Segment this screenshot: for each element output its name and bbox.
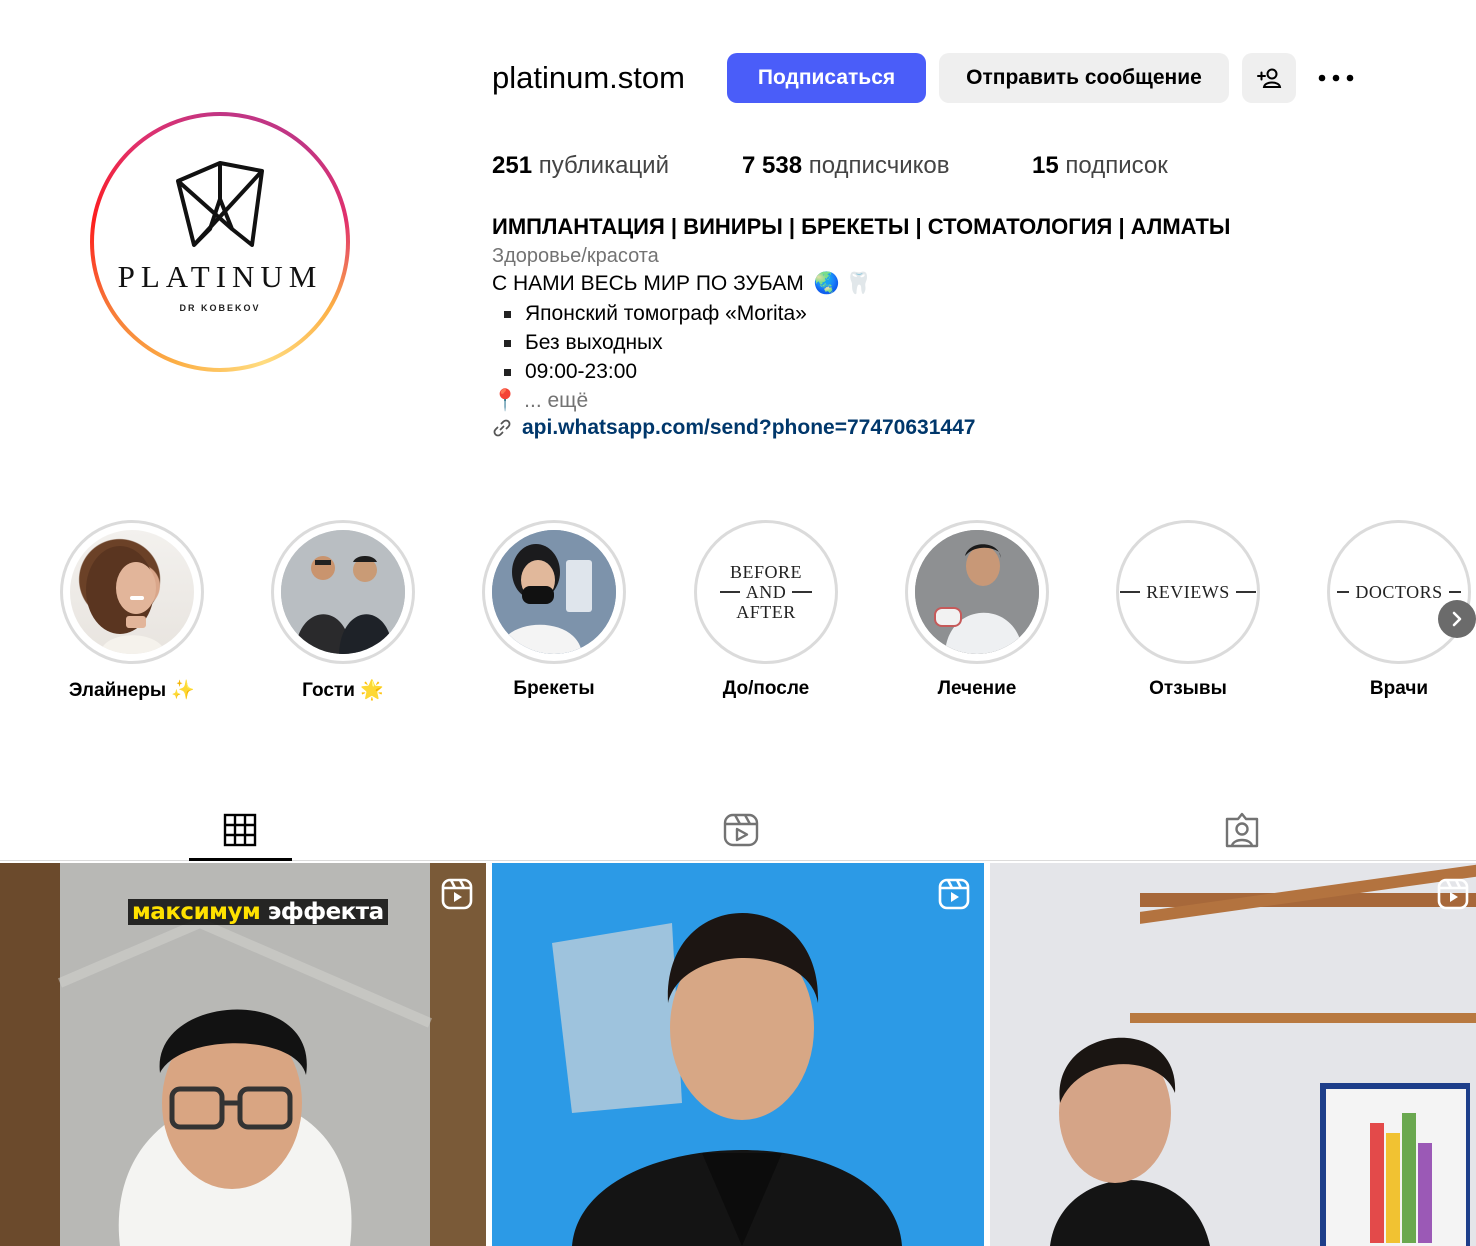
stat-following[interactable]: 15 подписок (1032, 152, 1168, 180)
highlight-ring: DOCTORS (1327, 520, 1471, 664)
highlight-ring (905, 520, 1049, 664)
followers-label: подписчиков (808, 152, 950, 179)
highlight-text-cover: DOCTORS (1337, 530, 1461, 654)
grid-icon (223, 813, 257, 847)
tagged-icon (1225, 812, 1259, 848)
highlight-braces[interactable]: Брекеты (482, 520, 626, 700)
add-user-icon (1257, 68, 1282, 88)
bio-tagline-row: С НАМИ ВЕСЬ МИР ПО ЗУБАМ 🌏 🦷 (492, 272, 872, 296)
highlights-next-button[interactable] (1438, 600, 1476, 638)
send-message-button[interactable]: Отправить сообщение (939, 53, 1229, 103)
highlight-label: До/после (722, 678, 810, 699)
bio-bullet-text: Без выходных (525, 331, 663, 354)
avatar-logo: PLATINUM DR KOBEKOV (94, 116, 346, 368)
tooth-logo-icon (176, 161, 264, 247)
bio-bullet-text: 09:00-23:00 (525, 360, 638, 383)
followers-count: 7 538 (742, 152, 803, 179)
bio-more-row: 📍 ... ещё (492, 389, 588, 413)
highlight-text-cover: REVIEWS (1120, 530, 1256, 654)
sparkles-emoji: ✨ (171, 680, 196, 701)
highlight-thumbnail (281, 530, 405, 654)
link-icon (493, 419, 511, 437)
highlight-aligners[interactable]: Элайнеры ✨ (60, 520, 204, 702)
bio-tagline: С НАМИ ВЕСЬ МИР ПО ЗУБАМ (492, 272, 804, 295)
follow-button[interactable]: Подписаться (727, 53, 926, 103)
posts-label: публикаций (538, 152, 669, 179)
highlight-reviews[interactable]: REVIEWS Отзывы (1116, 520, 1260, 700)
post-caption-overlay: максимум эффекта (128, 899, 388, 925)
highlight-thumbnail (70, 530, 194, 654)
highlight-label: Элайнеры ✨ (68, 680, 196, 701)
post-tile[interactable]: максимум эффекта (0, 863, 486, 1246)
highlight-text-cover: BEFORE AND AFTER (704, 530, 828, 654)
reel-badge-icon (938, 878, 970, 910)
reel-badge-icon (441, 878, 473, 910)
highlight-label: Отзывы (1149, 678, 1227, 699)
bio-name: ИМПЛАНТАЦИЯ | ВИНИРЫ | БРЕКЕТЫ | СТОМАТО… (492, 214, 1231, 239)
tab-active-indicator (189, 858, 292, 861)
post-tile[interactable] (492, 863, 984, 1246)
highlight-ring (271, 520, 415, 664)
bullet-square-icon (504, 310, 511, 318)
profile-avatar[interactable]: PLATINUM DR KOBEKOV (90, 112, 350, 372)
highlight-ring (482, 520, 626, 664)
globe-tooth-emoji: 🌏 🦷 (813, 272, 872, 295)
following-label: подписок (1065, 152, 1168, 179)
more-options-icon (1318, 74, 1354, 82)
suggest-similar-button[interactable] (1242, 53, 1296, 103)
profile-username[interactable]: platinum.stom (492, 60, 685, 96)
highlight-ring: BEFORE AND AFTER (694, 520, 838, 664)
location-pin-icon: 📍 (492, 389, 519, 412)
highlight-before-after[interactable]: BEFORE AND AFTER До/после (694, 520, 838, 700)
bullet-square-icon (504, 339, 511, 347)
post-thumbnail (492, 863, 984, 1246)
logo-subtitle: DR KOBEKOV (179, 303, 261, 313)
highlight-treatment[interactable]: Лечение (905, 520, 1049, 700)
bio-category[interactable]: Здоровье/красота (492, 245, 659, 268)
highlight-thumbnail (492, 530, 616, 654)
stat-posts: 251 публикаций (492, 152, 669, 180)
chevron-right-icon (1452, 611, 1462, 627)
posts-count: 251 (492, 152, 533, 179)
stat-followers[interactable]: 7 538 подписчиков (742, 152, 949, 180)
reel-badge-icon (1437, 878, 1469, 910)
logo-wordmark: PLATINUM (117, 259, 323, 294)
post-thumbnail (990, 863, 1476, 1246)
highlight-ring (60, 520, 204, 664)
highlight-ring: REVIEWS (1116, 520, 1260, 664)
bio-bullet-text: Японский томограф «Morita» (525, 302, 807, 325)
post-tile[interactable] (990, 863, 1476, 1246)
reels-icon (723, 813, 759, 847)
glowing-star-emoji: 🌟 (360, 680, 384, 701)
highlight-label: Гости 🌟 (302, 680, 384, 701)
bio-external-link[interactable]: api.whatsapp.com/send?phone=77470631447 (492, 416, 975, 440)
more-options-button[interactable] (1306, 60, 1366, 96)
tab-tagged[interactable] (1190, 800, 1294, 860)
highlight-label: Врачи (1369, 678, 1429, 699)
bio-link-text: api.whatsapp.com/send?phone=77470631447 (522, 416, 976, 439)
tab-posts[interactable] (188, 800, 292, 860)
highlight-thumbnail (915, 530, 1039, 654)
bio-bullet-row: 09:00-23:00 (492, 360, 637, 384)
tab-reels[interactable] (689, 800, 793, 860)
bio-more-link[interactable]: ... ещё (524, 389, 588, 413)
highlight-label: Лечение (937, 678, 1017, 699)
highlight-guests[interactable]: Гости 🌟 (271, 520, 415, 702)
highlight-label: Брекеты (513, 678, 595, 699)
bio-bullet-row: Без выходных (492, 331, 663, 355)
bio-bullet-row: Японский томограф «Morita» (492, 302, 807, 326)
bullet-square-icon (504, 368, 511, 376)
following-count: 15 (1032, 152, 1059, 179)
